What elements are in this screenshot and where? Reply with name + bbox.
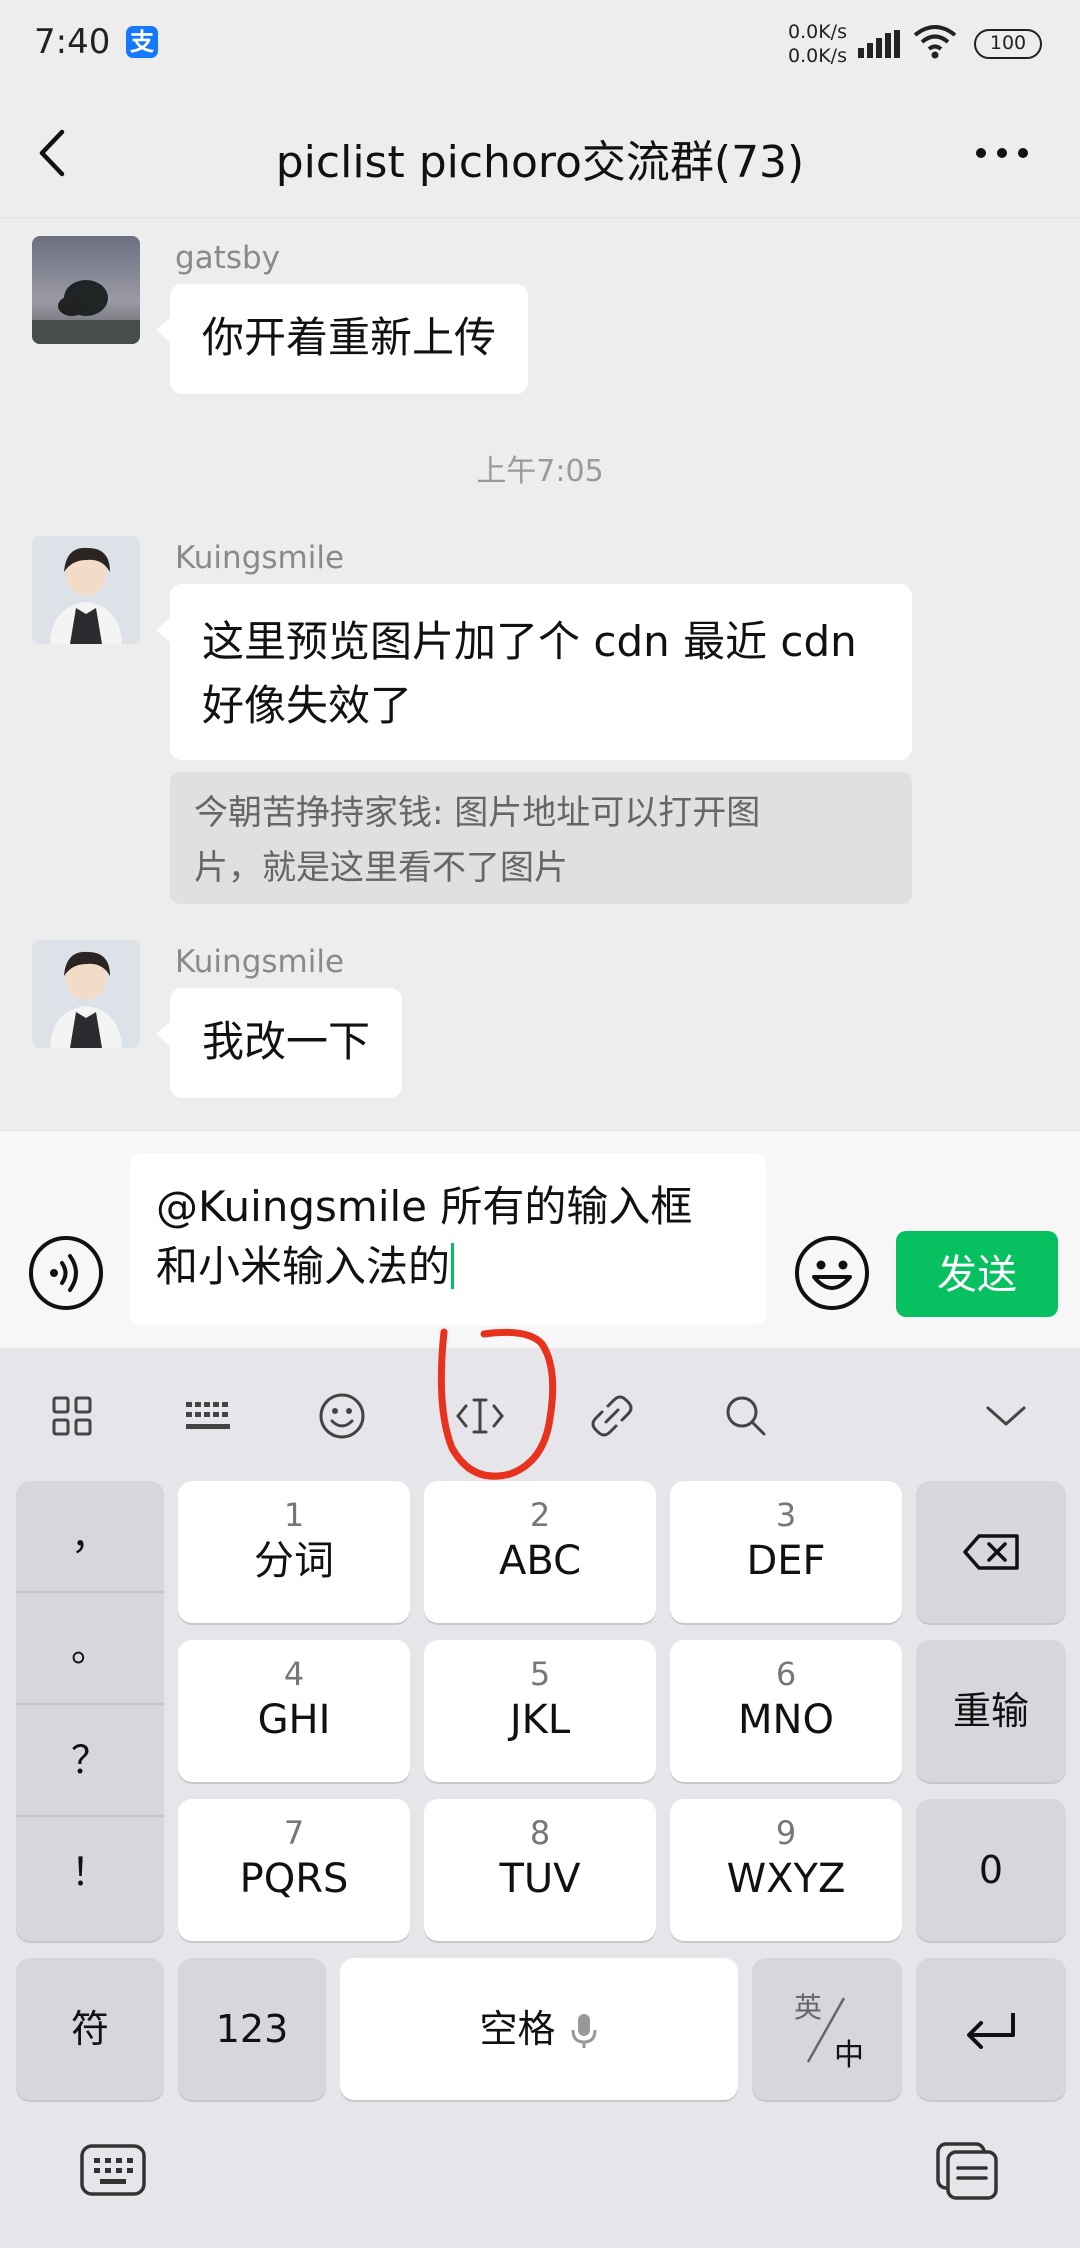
quote-text-line: 今朝苦挣持家钱: 图片地址可以打开图 — [194, 793, 761, 833]
signal-icon — [858, 30, 900, 58]
key-3[interactable]: 3 DEF — [670, 1481, 902, 1623]
message-input-bar: @Kuingsmile 所有的输入框 和小米输入法的 发送 — [0, 1130, 1080, 1348]
back-arrow-icon[interactable] — [30, 126, 74, 180]
punctuation-column: ， 。 ？ ！ — [16, 1481, 164, 1941]
key-label: PQRS — [239, 1856, 349, 1902]
avatar-gatsby[interactable] — [32, 236, 140, 344]
key-number: 3 — [775, 1496, 797, 1534]
key-label: WXYZ — [726, 1856, 846, 1902]
key-label: 分词 — [254, 1538, 334, 1584]
keyboard-icon[interactable] — [180, 1388, 236, 1444]
space-label: 空格 — [479, 2007, 556, 2051]
message-bubble[interactable]: 这里预览图片加了个 cdn 最近 cdn 好像失效了 — [156, 584, 912, 760]
key-label: MNO — [738, 1697, 834, 1743]
symbols-key[interactable]: 符 — [16, 1958, 164, 2100]
punct-key-exclamation[interactable]: ！ — [16, 1817, 164, 1929]
chat-title: piclist pichoro交流群(73) — [275, 137, 805, 188]
punct-key-comma[interactable]: ， — [16, 1481, 164, 1593]
network-speed: 0.0K/s 0.0K/s — [788, 20, 847, 68]
backspace-icon — [963, 1534, 1019, 1570]
space-key[interactable]: 空格 — [340, 1958, 738, 2100]
status-bar: 7:40 支 0.0K/s 0.0K/s 100 — [0, 0, 1080, 88]
key-2[interactable]: 2 ABC — [424, 1481, 656, 1623]
enter-key[interactable] — [916, 1958, 1066, 2100]
send-button[interactable]: 发送 — [896, 1231, 1058, 1317]
message-text-line: 好像失效了 — [202, 681, 413, 730]
key-8[interactable]: 8 TUV — [424, 1799, 656, 1941]
key-label: JKL — [509, 1697, 571, 1743]
key-number: 2 — [529, 1496, 551, 1534]
key-label: DEF — [746, 1538, 826, 1584]
annotation-circle — [437, 1328, 557, 1480]
microphone-icon — [571, 2014, 597, 2048]
key-number: 5 — [529, 1655, 551, 1693]
key-label: TUV — [499, 1856, 581, 1902]
sender-name: Kuingsmile — [175, 540, 345, 576]
key-9[interactable]: 9 WXYZ — [670, 1799, 902, 1941]
key-label: GHI — [257, 1697, 331, 1743]
avatar-kuingsmile[interactable] — [32, 536, 140, 644]
key-number: 8 — [529, 1814, 551, 1852]
language-switch-key[interactable]: 英 中 — [752, 1958, 902, 2100]
enter-icon — [967, 2013, 1015, 2049]
numbers-key[interactable]: 123 — [178, 1958, 326, 2100]
emoji-icon[interactable] — [314, 1388, 370, 1444]
input-text-line: @Kuingsmile 所有的输入框 — [156, 1182, 693, 1231]
key-5[interactable]: 5 JKL — [424, 1640, 656, 1782]
lang-zh-label: 中 — [834, 2038, 864, 2073]
message-bubble[interactable]: 你开着重新上传 — [155, 284, 529, 394]
sender-name: gatsby — [175, 240, 281, 276]
quoted-message[interactable]: 今朝苦挣持家钱: 图片地址可以打开图 片，就是这里看不了图片 — [170, 772, 912, 904]
status-time: 7:40 — [34, 22, 111, 62]
key-number: 6 — [775, 1655, 797, 1693]
chat-header: piclist pichoro交流群(73) — [0, 88, 1080, 218]
input-text-line-2: 和小米输入法的 — [156, 1237, 740, 1297]
keyboard-switch-icon[interactable] — [78, 2140, 148, 2200]
chevron-down-icon[interactable] — [978, 1388, 1034, 1444]
input-text-content: 和小米输入法的 — [156, 1242, 451, 1291]
key-number: 4 — [283, 1655, 305, 1693]
net-down-speed: 0.0K/s — [788, 45, 847, 67]
key-number: 9 — [775, 1814, 797, 1852]
key-0[interactable]: 0 — [916, 1799, 1066, 1941]
key-number: 7 — [283, 1814, 305, 1852]
message-text-line: 这里预览图片加了个 cdn 最近 cdn — [202, 617, 857, 666]
message-timestamp: 上午7:05 — [476, 454, 604, 489]
avatar-kuingsmile[interactable] — [32, 940, 140, 1048]
key-4[interactable]: 4 GHI — [178, 1640, 410, 1782]
quote-text-line: 片，就是这里看不了图片 — [194, 848, 568, 888]
battery-indicator: 100 — [974, 29, 1042, 59]
punct-key-period[interactable]: 。 — [16, 1593, 164, 1705]
reenter-key[interactable]: 重输 — [916, 1640, 1066, 1782]
search-icon[interactable] — [718, 1388, 774, 1444]
wifi-icon — [913, 25, 957, 59]
net-up-speed: 0.0K/s — [788, 21, 847, 43]
message-bubble[interactable]: 我改一下 — [155, 988, 403, 1098]
backspace-key[interactable] — [916, 1481, 1066, 1623]
key-6[interactable]: 6 MNO — [670, 1640, 902, 1782]
sender-name: Kuingsmile — [175, 944, 345, 980]
key-number: 1 — [283, 1496, 305, 1534]
message-text-input[interactable]: @Kuingsmile 所有的输入框 和小米输入法的 — [130, 1153, 766, 1325]
link-icon[interactable] — [584, 1388, 640, 1444]
punct-key-question[interactable]: ？ — [16, 1705, 164, 1817]
alipay-icon: 支 — [126, 26, 158, 58]
slash-divider — [806, 1997, 846, 2063]
key-label: ABC — [498, 1538, 582, 1584]
voice-input-icon[interactable] — [28, 1235, 104, 1311]
emoji-icon[interactable] — [794, 1235, 870, 1311]
more-options-icon[interactable] — [975, 143, 1029, 163]
key-1[interactable]: 1 分词 — [178, 1481, 410, 1623]
clipboard-icon[interactable] — [932, 2140, 1002, 2200]
text-caret — [451, 1243, 455, 1289]
key-7[interactable]: 7 PQRS — [178, 1799, 410, 1941]
grid-icon[interactable] — [44, 1388, 100, 1444]
